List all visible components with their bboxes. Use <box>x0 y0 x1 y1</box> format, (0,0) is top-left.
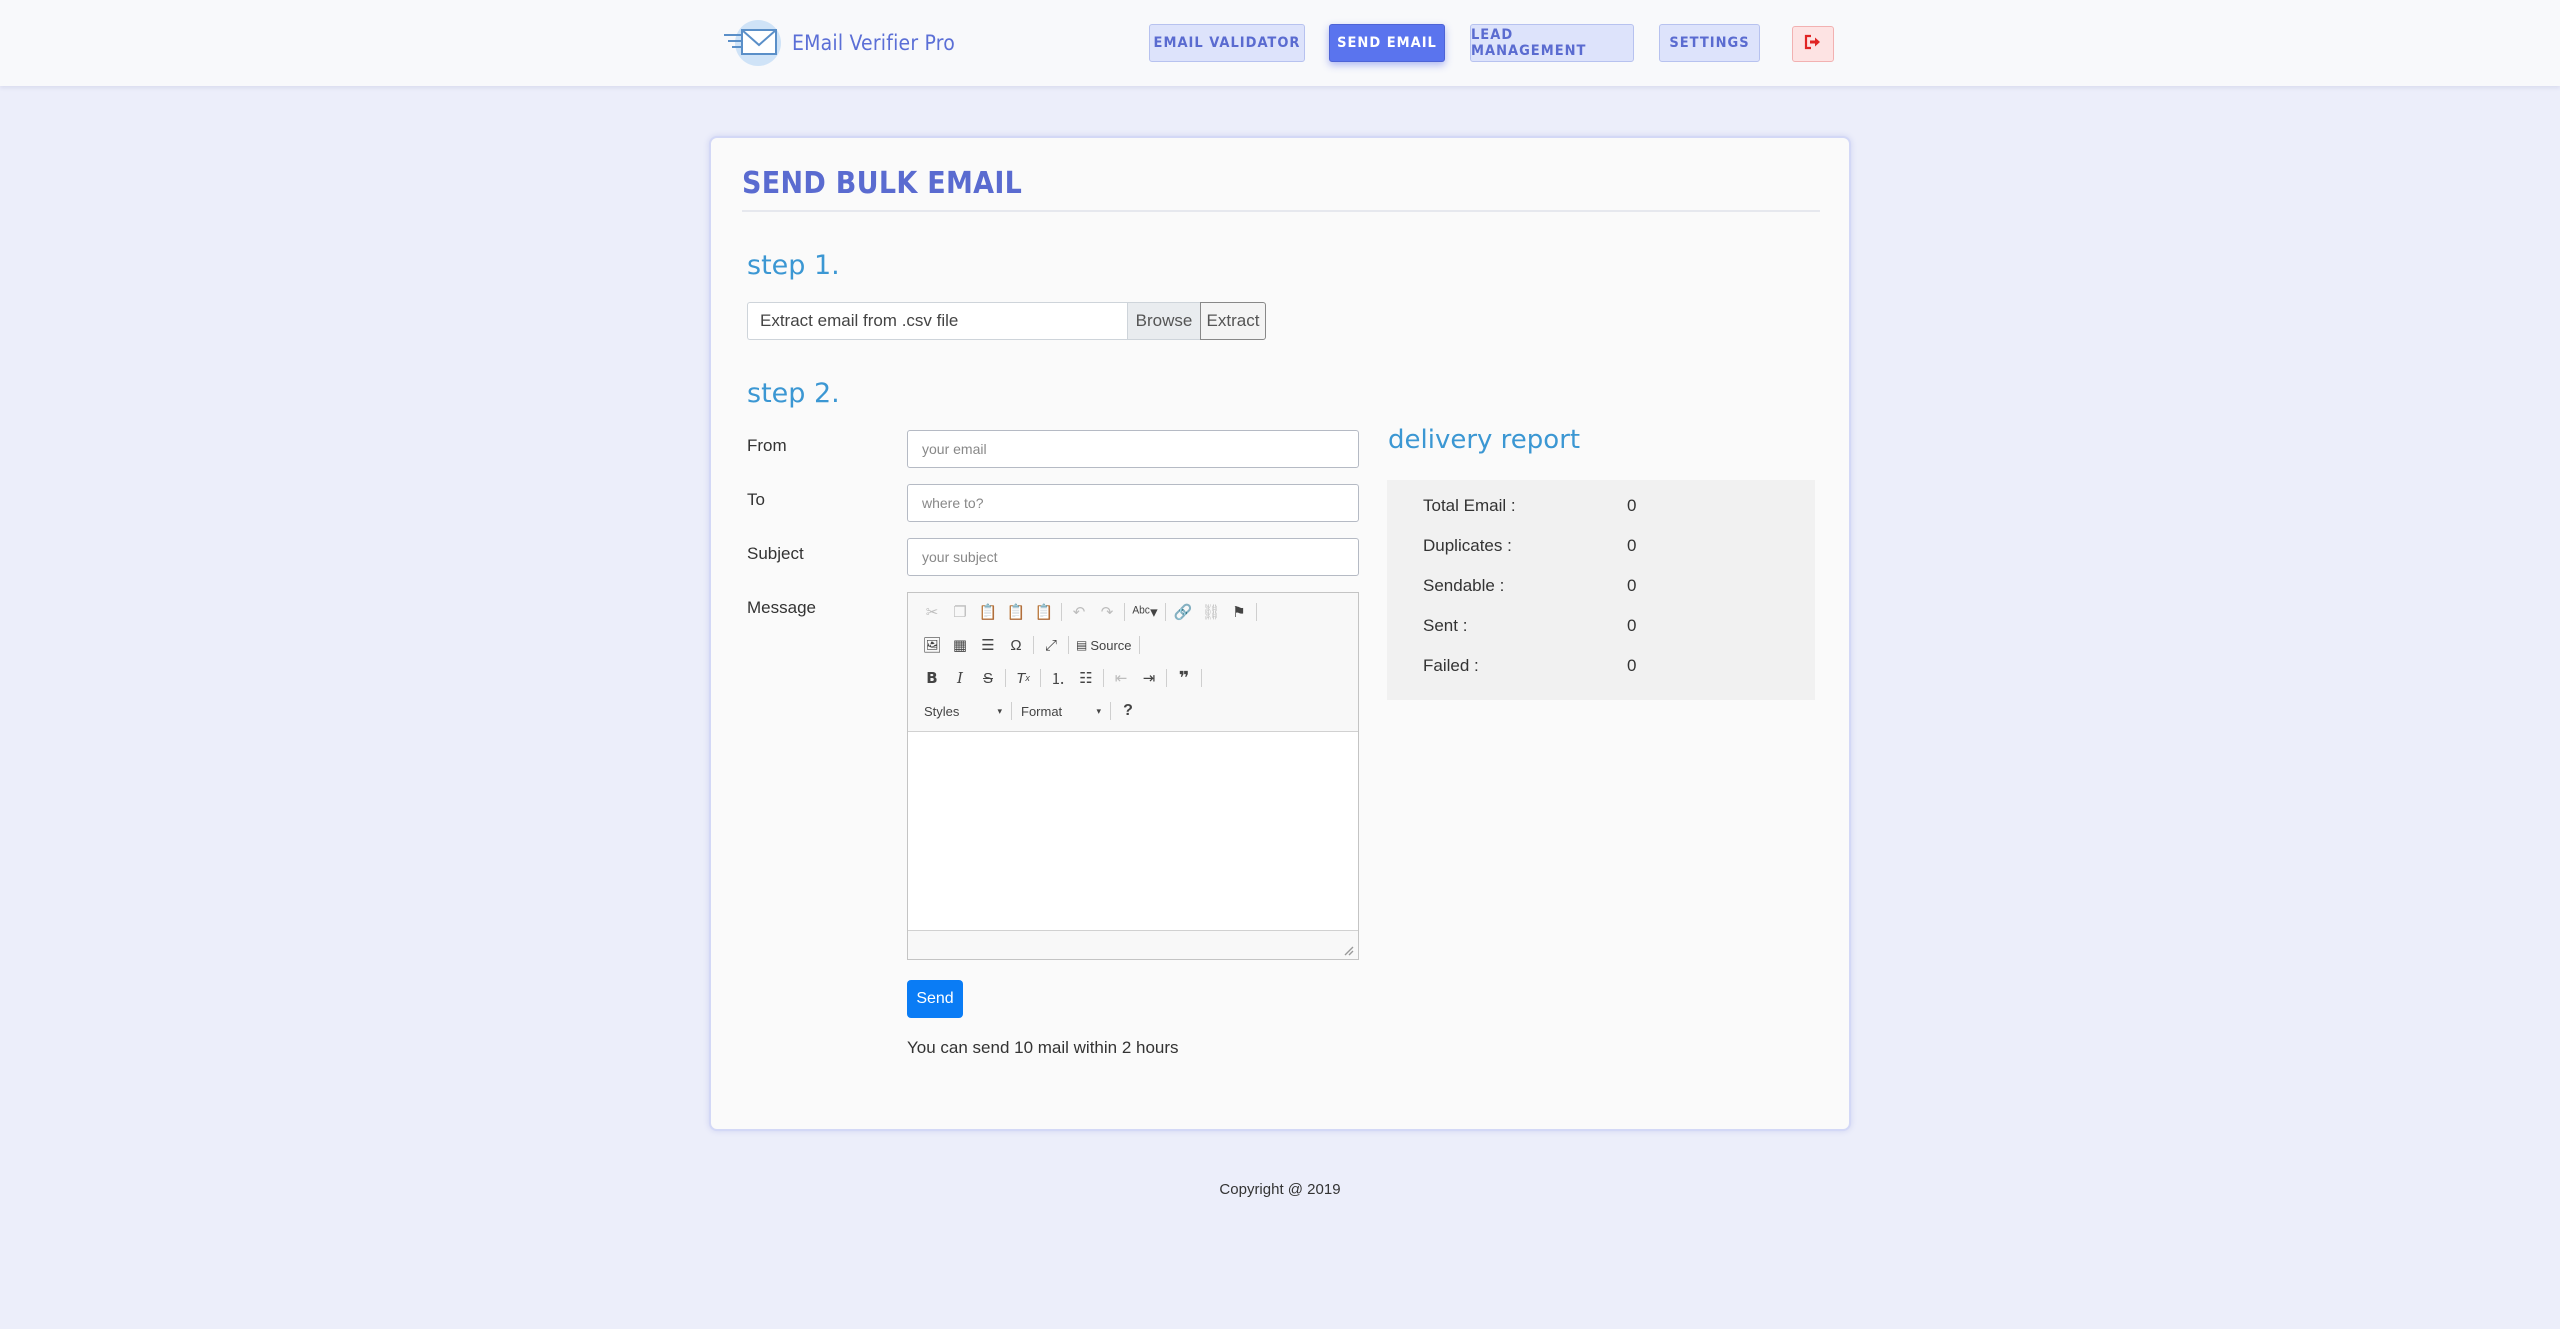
table-icon[interactable]: ▦ <box>946 632 974 658</box>
csv-file-input[interactable]: Extract email from .csv file <box>747 302 1127 340</box>
styles-label: Styles <box>924 703 960 719</box>
report-label-total: Total Email : <box>1423 496 1516 515</box>
toolbar-separator <box>1005 669 1006 687</box>
from-label: From <box>747 436 787 455</box>
spellcheck-icon[interactable]: ᴬᵇᶜ▾ <box>1128 599 1162 625</box>
chevron-down-icon: ▾ <box>997 705 1002 716</box>
toolbar-separator <box>1061 603 1062 621</box>
subject-label: Subject <box>747 544 804 563</box>
step2-heading: step 2. <box>747 378 840 409</box>
format-dropdown[interactable]: Format ▾ <box>1015 698 1107 724</box>
editor-toolbar-row-2: 🖼 ▦ ☰ Ω ⤢ ▤ Source <box>918 632 1143 658</box>
report-value-sendable: 0 <box>1627 576 1637 595</box>
styles-dropdown[interactable]: Styles ▾ <box>918 698 1008 724</box>
toolbar-separator <box>1124 603 1125 621</box>
report-value-failed: 0 <box>1627 656 1637 675</box>
paste-word-icon[interactable]: 📋 <box>1030 599 1058 625</box>
csv-file-group: Extract email from .csv file Browse Extr… <box>747 302 1266 340</box>
message-body[interactable] <box>908 731 1358 931</box>
report-value-total: 0 <box>1627 496 1637 515</box>
brand[interactable]: EMail Verifier Pro <box>722 18 955 68</box>
bold-icon[interactable]: B <box>918 665 946 691</box>
report-label-failed: Failed : <box>1423 656 1479 675</box>
bullet-list-icon[interactable]: ☷ <box>1072 665 1100 691</box>
send-limit-text: You can send 10 mail within 2 hours <box>907 1038 1179 1057</box>
format-label: Format <box>1021 703 1063 719</box>
report-label-sendable: Sendable : <box>1423 576 1505 595</box>
send-bulk-email-card: SEND BULK EMAIL step 1. Extract email fr… <box>709 136 1851 1131</box>
step1-heading: step 1. <box>747 250 840 281</box>
toolbar-separator <box>1201 669 1202 687</box>
editor-toolbar-row-3: B I S Tx ⒈ ☷ ⇤ ⇥ ❞ <box>918 665 1205 691</box>
special-char-icon[interactable]: Ω <box>1002 632 1030 658</box>
help-icon[interactable]: ? <box>1114 698 1142 724</box>
title-divider <box>742 210 1820 212</box>
toolbar-separator <box>1166 669 1167 687</box>
envelope-logo-icon <box>722 18 786 68</box>
toolbar-separator <box>1256 603 1257 621</box>
outdent-icon[interactable]: ⇤ <box>1107 665 1135 691</box>
image-icon[interactable]: 🖼 <box>918 632 946 658</box>
logout-button[interactable] <box>1792 26 1834 62</box>
delivery-report-panel: Total Email : 0 Duplicates : 0 Sendable … <box>1387 480 1815 700</box>
delivery-report-heading: delivery report <box>1388 425 1581 455</box>
chevron-down-icon: ▾ <box>1096 705 1101 716</box>
paste-text-icon[interactable]: 📋 <box>1002 599 1030 625</box>
editor-toolbar-row-4: Styles ▾ Format ▾ ? <box>918 698 1142 724</box>
copyright-footer: Copyright @ 2019 <box>1219 1181 1341 1198</box>
subject-input[interactable] <box>907 538 1359 576</box>
toolbar-separator <box>1165 603 1166 621</box>
to-label: To <box>747 490 765 509</box>
horizontal-line-icon[interactable]: ☰ <box>974 632 1002 658</box>
toolbar-separator <box>1011 702 1012 720</box>
browse-button[interactable]: Browse <box>1127 302 1201 340</box>
toolbar-separator <box>1103 669 1104 687</box>
sign-out-icon <box>1804 34 1822 55</box>
from-input[interactable] <box>907 430 1359 468</box>
redo-icon[interactable]: ↷ <box>1093 599 1121 625</box>
cut-icon[interactable]: ✂ <box>918 599 946 625</box>
nav-send-email[interactable]: SEND EMAIL <box>1329 24 1445 62</box>
page-title: SEND BULK EMAIL <box>742 166 1023 201</box>
undo-icon[interactable]: ↶ <box>1065 599 1093 625</box>
toolbar-separator <box>1033 636 1034 654</box>
toolbar-separator <box>1040 669 1041 687</box>
nav-settings[interactable]: SETTINGS <box>1659 24 1760 62</box>
report-label-duplicates: Duplicates : <box>1423 536 1512 555</box>
nav-email-validator[interactable]: EMAIL VALIDATOR <box>1149 24 1305 62</box>
paste-icon[interactable]: 📋 <box>974 599 1002 625</box>
resize-handle-icon[interactable] <box>1342 943 1354 956</box>
unlink-icon[interactable]: ⛓ <box>1197 599 1225 625</box>
source-icon: ▤ <box>1076 638 1088 652</box>
message-editor: ✂ ❐ 📋 📋 📋 ↶ ↷ ᴬᵇᶜ▾ 🔗 ⛓ ⚑ 🖼 ▦ ☰ Ω ⤢ ▤ Sou… <box>907 592 1359 960</box>
numbered-list-icon[interactable]: ⒈ <box>1044 665 1072 691</box>
send-button[interactable]: Send <box>907 980 963 1018</box>
toolbar-separator <box>1068 636 1069 654</box>
remove-format-icon[interactable]: Tx <box>1009 665 1037 691</box>
italic-icon[interactable]: I <box>946 665 974 691</box>
copy-icon[interactable]: ❐ <box>946 599 974 625</box>
to-input[interactable] <box>907 484 1359 522</box>
maximize-icon[interactable]: ⤢ <box>1037 632 1065 658</box>
report-value-duplicates: 0 <box>1627 536 1637 555</box>
extract-button[interactable]: Extract <box>1200 302 1266 340</box>
toolbar-separator <box>1138 636 1140 654</box>
link-icon[interactable]: 🔗 <box>1169 599 1197 625</box>
blockquote-icon[interactable]: ❞ <box>1170 665 1198 691</box>
toolbar-separator <box>1110 702 1111 720</box>
top-navbar: EMail Verifier Pro EMAIL VALIDATOR SEND … <box>0 0 2560 86</box>
brand-name: EMail Verifier Pro <box>792 31 956 55</box>
report-value-sent: 0 <box>1627 616 1637 635</box>
strikethrough-icon[interactable]: S <box>974 665 1002 691</box>
source-button[interactable]: ▤ Source <box>1072 632 1136 658</box>
editor-toolbar-row-1: ✂ ❐ 📋 📋 📋 ↶ ↷ ᴬᵇᶜ▾ 🔗 ⛓ ⚑ <box>918 599 1260 625</box>
report-label-sent: Sent : <box>1423 616 1468 635</box>
message-label: Message <box>747 598 816 617</box>
indent-icon[interactable]: ⇥ <box>1135 665 1163 691</box>
nav-lead-management[interactable]: LEAD MANAGEMENT <box>1470 24 1634 62</box>
source-label: Source <box>1090 637 1132 653</box>
anchor-flag-icon[interactable]: ⚑ <box>1225 599 1253 625</box>
